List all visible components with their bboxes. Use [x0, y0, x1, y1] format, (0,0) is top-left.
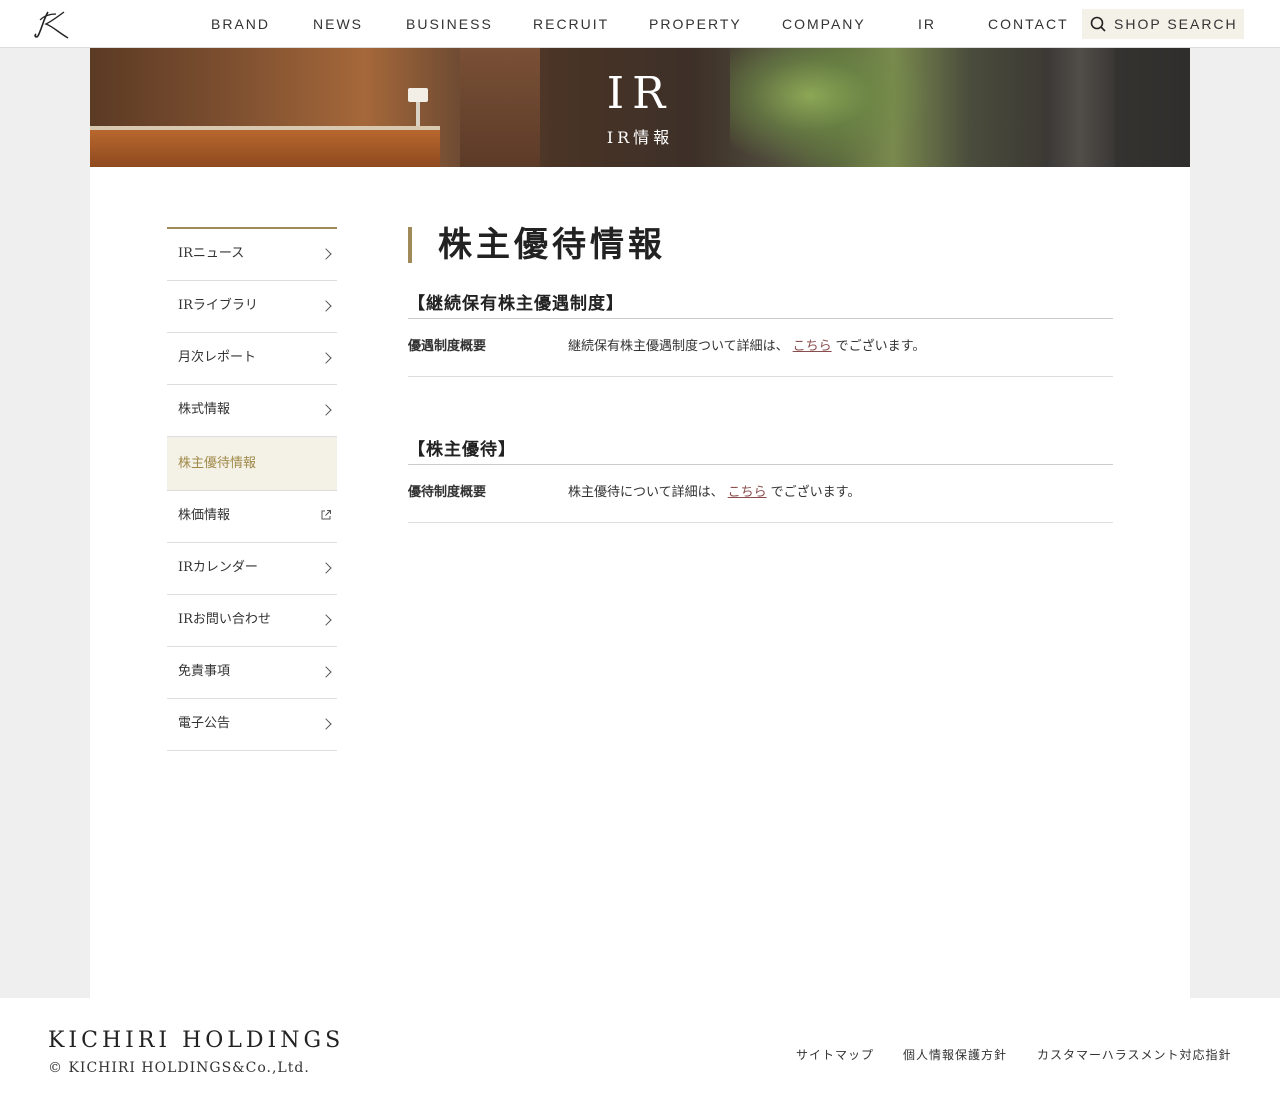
sidebar-item-stock-info[interactable]: 株式情報: [167, 385, 337, 437]
nav-news[interactable]: NEWS: [313, 0, 363, 48]
nav-contact[interactable]: CONTACT: [988, 0, 1069, 48]
sidebar-item-ir-news[interactable]: IRニュース: [167, 229, 337, 281]
sidebar-item-ir-library[interactable]: IRライブラリ: [167, 281, 337, 333]
page-content: 株主優待情報 【継続保有株主優遇制度】 優遇制度概要 継続保有株主優遇制度ついて…: [408, 227, 1113, 523]
row-value: 継続保有株主優遇制度ついて詳細は、 こちら でございます。: [568, 319, 925, 375]
nav-brand[interactable]: BRAND: [211, 0, 270, 48]
section-shareholder-benefits: 【株主優待】 優待制度概要 株主優待について詳細は、 こちら でございます。: [408, 435, 1113, 523]
nav-ir[interactable]: IR: [918, 0, 936, 48]
sidebar-item-label: 月次レポート: [178, 350, 257, 365]
sidebar-item-ir-calendar[interactable]: IRカレンダー: [167, 543, 337, 595]
row-text-before: 株主優待について詳細は、: [568, 485, 724, 500]
section-heading: 【継続保有株主優遇制度】: [408, 289, 1113, 319]
hero-banner: IR IR情報: [90, 48, 1190, 167]
shop-search-label: SHOP SEARCH: [1114, 16, 1238, 32]
section-heading: 【株主優待】: [408, 435, 1113, 465]
chevron-right-icon: [320, 300, 332, 312]
chevron-right-icon: [320, 404, 332, 416]
kichiri-k-logo[interactable]: [34, 8, 72, 40]
nav-company[interactable]: COMPANY: [782, 0, 866, 48]
logo-icon: [34, 11, 69, 39]
row-label: 優遇制度概要: [408, 339, 487, 354]
chevron-right-icon: [320, 248, 332, 260]
nav-property[interactable]: PROPERTY: [649, 0, 742, 48]
row-value: 株主優待について詳細は、 こちら でございます。: [568, 465, 860, 521]
page-title: 株主優待情報: [408, 227, 1113, 263]
section-continuous-holding: 【継続保有株主優遇制度】 優遇制度概要 継続保有株主優遇制度ついて詳細は、 こちら…: [408, 289, 1113, 377]
sidebar-item-label: IRニュース: [178, 246, 245, 261]
footer-link-harassment-policy[interactable]: カスタマーハラスメント対応指針: [1037, 1046, 1232, 1063]
sidebar-item-label: 株価情報: [178, 508, 231, 523]
sidebar-item-public-notice[interactable]: 電子公告: [167, 699, 337, 751]
sidebar-item-shareholder-benefits[interactable]: 株主優待情報: [167, 437, 337, 491]
details-link[interactable]: こちら: [728, 485, 767, 500]
info-row: 優待制度概要 株主優待について詳細は、 こちら でございます。: [408, 465, 1113, 523]
external-link-icon: [321, 510, 331, 520]
chevron-right-icon: [320, 614, 332, 626]
ir-sidebar: IRニュース IRライブラリ 月次レポート 株式情報 株主優待情報 株価情報 I…: [167, 227, 337, 751]
chevron-right-icon: [320, 666, 332, 678]
row-text-before: 継続保有株主優遇制度ついて詳細は、: [568, 339, 789, 354]
sidebar-item-monthly-report[interactable]: 月次レポート: [167, 333, 337, 385]
footer-copyright: © KICHIRI HOLDINGS&Co.,Ltd.: [48, 1060, 310, 1076]
site-header: BRAND NEWS BUSINESS RECRUIT PROPERTY COM…: [0, 0, 1280, 48]
footer-link-sitemap[interactable]: サイトマップ: [796, 1046, 874, 1063]
row-text-after: でございます。: [770, 485, 861, 500]
nav-business[interactable]: BUSINESS: [406, 0, 493, 48]
sidebar-item-label: 株式情報: [178, 402, 231, 417]
search-icon: [1090, 16, 1106, 32]
hero-subtitle: IR情報: [606, 128, 674, 147]
footer-brand[interactable]: KICHIRI HOLDINGS: [48, 1028, 344, 1053]
row-text-after: でございます。: [835, 339, 926, 354]
shop-search-button[interactable]: SHOP SEARCH: [1082, 9, 1244, 39]
sidebar-item-ir-contact[interactable]: IRお問い合わせ: [167, 595, 337, 647]
chevron-right-icon: [320, 718, 332, 730]
sidebar-item-label: IRカレンダー: [178, 560, 258, 575]
sidebar-item-disclaimer[interactable]: 免責事項: [167, 647, 337, 699]
row-label: 優待制度概要: [408, 485, 487, 500]
info-row: 優遇制度概要 継続保有株主優遇制度ついて詳細は、 こちら でございます。: [408, 319, 1113, 377]
nav-recruit[interactable]: RECRUIT: [533, 0, 609, 48]
sidebar-item-label: IRお問い合わせ: [178, 612, 271, 627]
sidebar-item-label: 免責事項: [178, 664, 231, 679]
footer-link-privacy[interactable]: 個人情報保護方針: [903, 1046, 1007, 1063]
sidebar-item-label: 電子公告: [178, 716, 231, 731]
chevron-right-icon: [320, 562, 332, 574]
site-footer: KICHIRI HOLDINGS © KICHIRI HOLDINGS&Co.,…: [0, 998, 1280, 1111]
chevron-right-icon: [320, 352, 332, 364]
hero-title: IR: [606, 68, 674, 119]
details-link[interactable]: こちら: [793, 339, 832, 354]
sidebar-item-stock-price[interactable]: 株価情報: [167, 491, 337, 543]
sidebar-item-label: IRライブラリ: [178, 298, 258, 313]
sidebar-item-label: 株主優待情報: [178, 456, 257, 471]
